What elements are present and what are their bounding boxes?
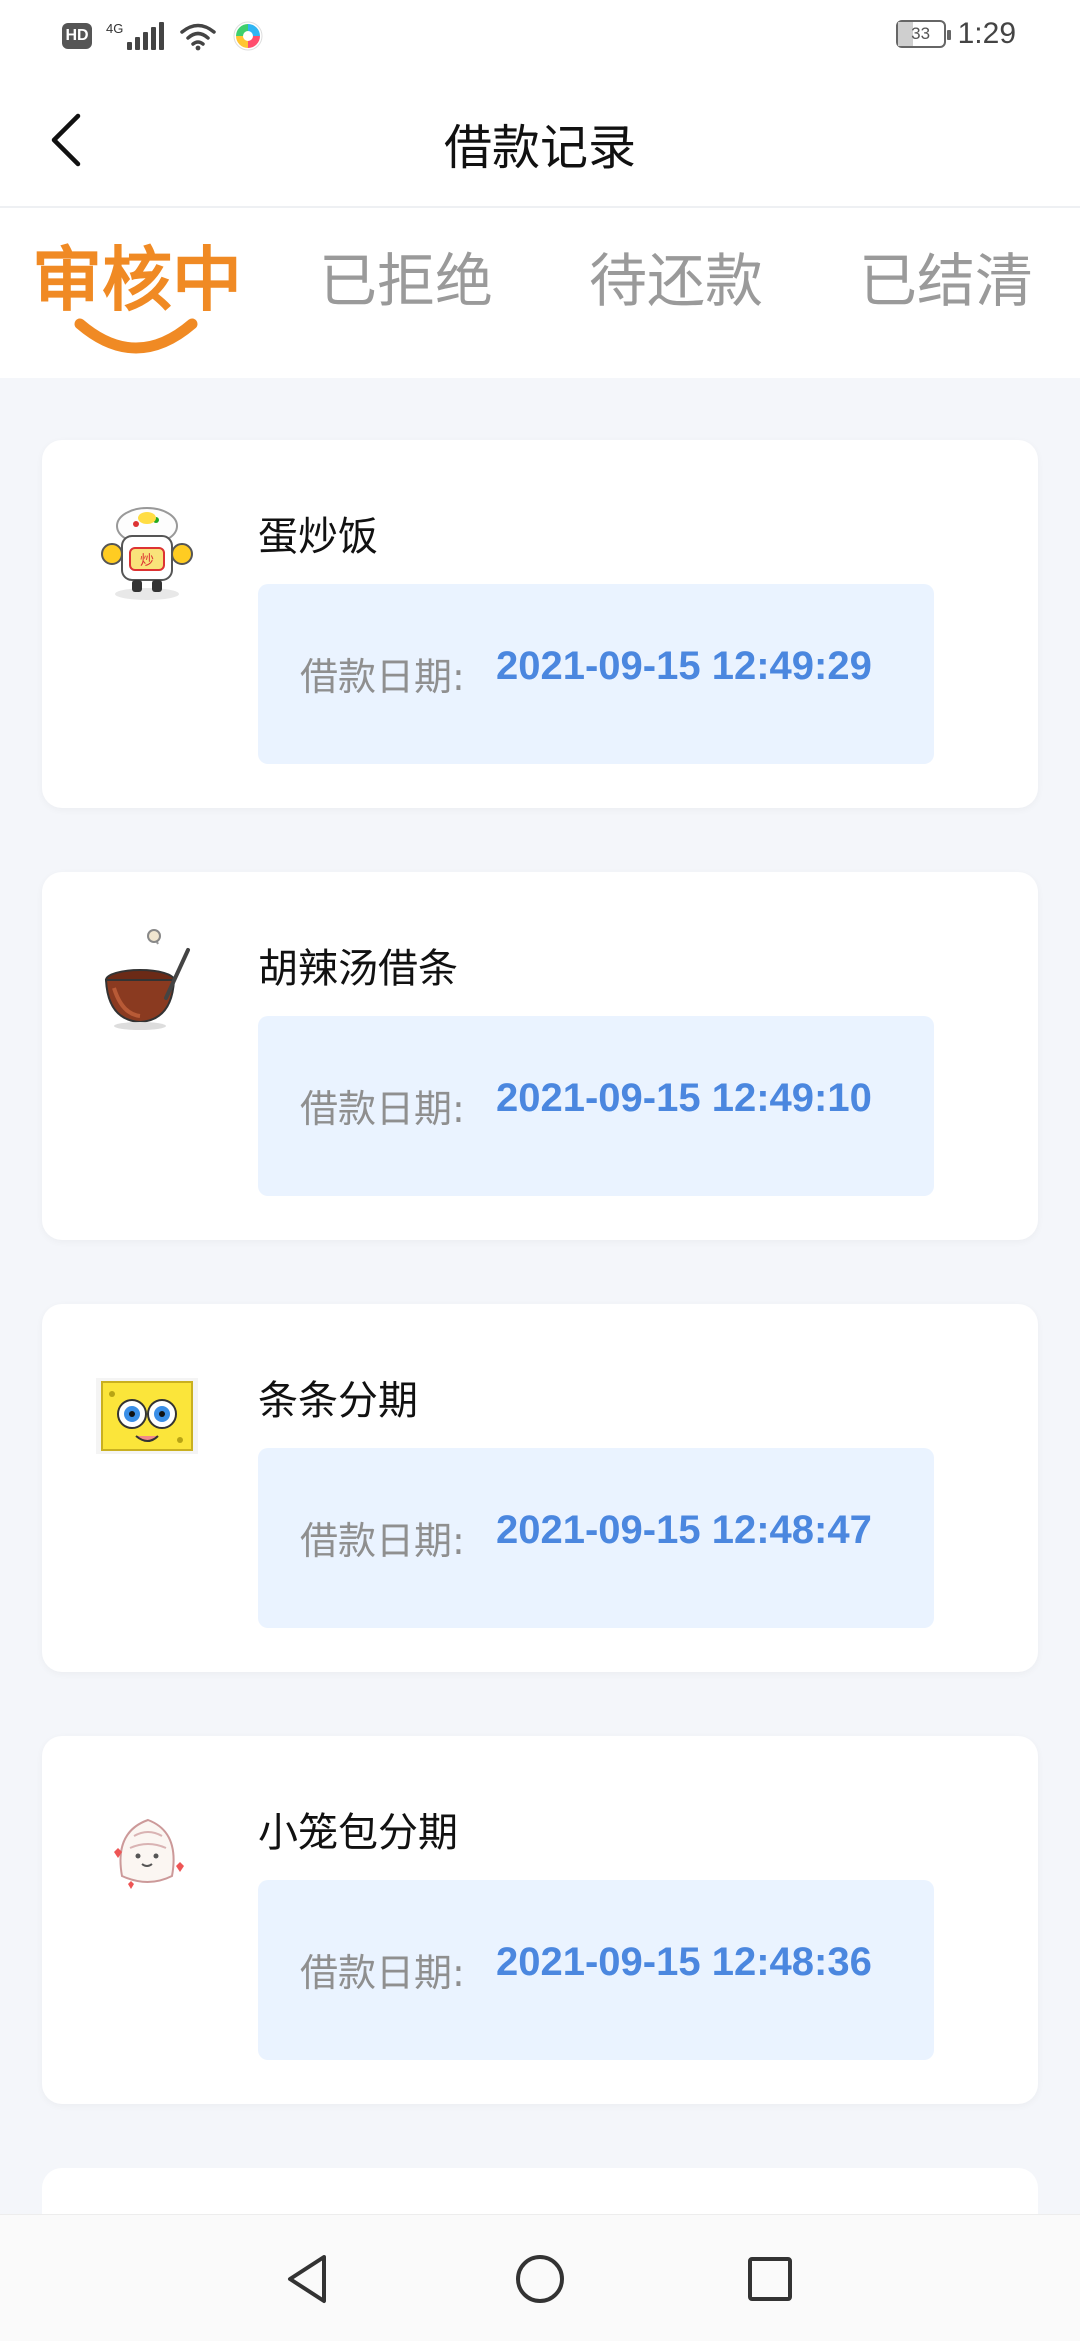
wifi-icon — [180, 23, 217, 51]
system-navigation-bar — [0, 2214, 1080, 2341]
active-tab-smile-indicator — [74, 318, 198, 354]
loan-date-value: 2021-09-15 12:49:10 — [496, 1076, 872, 1120]
battery-level: 33 — [911, 24, 931, 43]
status-indicators: HD 4G — [62, 20, 264, 52]
lender-name: 胡辣汤借条 — [258, 946, 458, 992]
loan-date-box: 借款日期: 2021-09-15 12:48:47 — [258, 1448, 934, 1628]
status-bar: HD 4G 33 1:29 — [0, 0, 1080, 72]
circle-home-icon — [516, 2255, 564, 2303]
soup-bowl-icon — [104, 929, 190, 1030]
loan-date-label: 借款日期: — [300, 1519, 465, 1563]
loan-date-label: 借款日期: — [300, 655, 465, 699]
tab-settled[interactable]: 已结清 — [848, 234, 1044, 354]
dumpling-icon — [114, 1818, 184, 1889]
lender-name: 小笼包分期 — [258, 1810, 458, 1856]
system-home-button[interactable] — [512, 2251, 568, 2307]
system-recents-button[interactable] — [742, 2251, 798, 2307]
loan-date-box: 借款日期: 2021-09-15 12:49:10 — [258, 1016, 934, 1196]
loan-date-value: 2021-09-15 12:48:36 — [496, 1940, 872, 1984]
loan-date-value: 2021-09-15 12:48:47 — [496, 1508, 872, 1552]
loan-record-card[interactable]: 炒 蛋炒饭 借款日期: 2021-09-15 12:49:29 — [42, 440, 1038, 808]
tab-rejected[interactable]: 已拒绝 — [308, 234, 504, 354]
network-type: 4G — [106, 20, 124, 36]
header: 借款记录 — [0, 72, 1080, 208]
sponge-face-icon — [96, 1378, 198, 1454]
system-back-button[interactable] — [280, 2251, 336, 2307]
tab-to-repay[interactable]: 待还款 — [578, 234, 774, 354]
loan-record-card[interactable]: 小笼包分期 借款日期: 2021-09-15 12:48:36 — [42, 1736, 1038, 2104]
square-recents-icon — [748, 2257, 792, 2301]
battery-icon: 33 — [895, 20, 951, 48]
loan-date-label: 借款日期: — [300, 1951, 465, 1995]
hd-badge: HD — [62, 23, 92, 49]
fried-rice-mascot-icon: 炒 — [101, 507, 193, 600]
status-right: 33 1:29 — [895, 17, 1016, 51]
loan-record-card[interactable]: 条条分期 借款日期: 2021-09-15 12:48:47 — [42, 1304, 1038, 1672]
lender-name: 蛋炒饭 — [258, 514, 378, 560]
app-notification-icon — [233, 21, 263, 51]
loan-date-box: 借款日期: 2021-09-15 12:48:36 — [258, 1880, 934, 2060]
clock: 1:29 — [957, 17, 1016, 50]
loan-date-box: 借款日期: 2021-09-15 12:49:29 — [258, 584, 934, 764]
loan-record-card[interactable]: 胡辣汤借条 借款日期: 2021-09-15 12:49:10 — [42, 872, 1038, 1240]
triangle-back-icon — [288, 2255, 326, 2303]
signal-icon — [127, 22, 165, 50]
page-title: 借款记录 — [443, 120, 636, 176]
loan-date-label: 借款日期: — [300, 1087, 465, 1131]
svg-text:炒: 炒 — [140, 553, 154, 569]
loan-date-value: 2021-09-15 12:49:29 — [496, 644, 872, 688]
lender-name: 条条分期 — [258, 1378, 418, 1424]
status-tabs: 审核中 已拒绝 待还款 已结清 — [0, 208, 1080, 378]
